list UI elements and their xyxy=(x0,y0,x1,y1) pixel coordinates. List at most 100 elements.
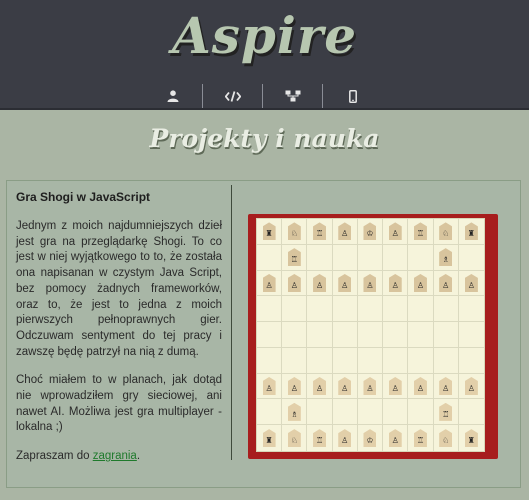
board-square[interactable] xyxy=(307,347,333,374)
board-square[interactable] xyxy=(458,296,484,323)
board-square[interactable] xyxy=(307,244,333,271)
board-square[interactable] xyxy=(383,244,409,271)
nav-mobile[interactable] xyxy=(322,84,382,108)
board-square[interactable]: ♙ xyxy=(333,425,358,451)
board-square[interactable]: ♙ xyxy=(383,425,409,451)
shogi-piece[interactable]: ♘ xyxy=(287,222,301,241)
board-square[interactable] xyxy=(458,245,484,271)
shogi-piece[interactable]: ♖ xyxy=(413,222,427,241)
shogi-piece[interactable]: ♜ xyxy=(464,429,478,448)
shogi-piece[interactable]: ♙ xyxy=(313,273,327,292)
shogi-piece[interactable]: ♔ xyxy=(363,222,377,241)
board-grid[interactable]: ♜ ♘ ♖ ♙ ♔ ♙ ♖ ♘ ♜ ♖ ♗ ♙ ♙ ♙ ♙ ♙ ♙ ♙ ♙ ♙ ♙ ♙ ♙ ♙ ♙ ♙ ♙ ♙ ♙ ♗ ♖ ♜ ♘ ♖ ♙ ♔ ♙ ♖ ♘ ♜ xyxy=(256,218,485,452)
board-square[interactable]: ♜ xyxy=(257,219,283,245)
board-square[interactable]: ♙ xyxy=(383,373,409,400)
board-square[interactable]: ♜ xyxy=(257,425,283,451)
board-square[interactable] xyxy=(458,399,484,426)
board-square[interactable]: ♜ xyxy=(459,425,484,451)
shogi-piece[interactable]: ♘ xyxy=(439,429,453,448)
shogi-piece[interactable]: ♖ xyxy=(313,429,327,448)
shogi-piece[interactable]: ♙ xyxy=(363,273,377,292)
shogi-piece[interactable]: ♙ xyxy=(287,273,301,292)
shogi-piece[interactable]: ♙ xyxy=(388,222,402,241)
shogi-piece[interactable]: ♙ xyxy=(262,377,276,396)
shogi-piece[interactable]: ♖ xyxy=(439,402,453,421)
board-square[interactable]: ♖ xyxy=(408,219,434,245)
board-square[interactable] xyxy=(357,347,384,374)
board-square[interactable] xyxy=(307,296,333,323)
board-square[interactable]: ♙ xyxy=(433,373,459,400)
board-square[interactable]: ♙ xyxy=(307,373,333,400)
board-square[interactable] xyxy=(433,347,459,374)
shogi-board[interactable]: ♜ ♘ ♖ ♙ ♔ ♙ ♖ ♘ ♜ ♖ ♗ ♙ ♙ ♙ ♙ ♙ ♙ ♙ ♙ ♙ ♙ ♙ ♙ ♙ ♙ ♙ ♙ ♙ ♙ ♗ ♖ ♜ ♘ ♖ ♙ ♔ ♙ ♖ ♘ ♜ xyxy=(248,214,498,459)
board-square[interactable]: ♖ xyxy=(433,399,459,426)
board-square[interactable]: ♘ xyxy=(282,219,308,245)
board-square[interactable] xyxy=(257,322,283,348)
board-square[interactable]: ♙ xyxy=(282,373,308,400)
shogi-piece[interactable]: ♙ xyxy=(388,273,402,292)
board-square[interactable] xyxy=(332,296,358,323)
shogi-piece[interactable]: ♖ xyxy=(287,248,301,267)
play-link[interactable]: zagrania xyxy=(93,450,137,462)
board-square[interactable]: ♙ xyxy=(357,373,384,400)
board-square[interactable]: ♖ xyxy=(307,219,333,245)
board-square[interactable] xyxy=(458,322,484,348)
board-square[interactable] xyxy=(357,244,384,271)
board-square[interactable]: ♙ xyxy=(332,373,358,400)
board-square[interactable]: ♙ xyxy=(433,270,459,297)
board-square[interactable] xyxy=(408,347,434,374)
board-square[interactable] xyxy=(282,296,308,323)
board-square[interactable] xyxy=(332,399,358,426)
board-square[interactable] xyxy=(357,322,384,348)
board-square[interactable]: ♔ xyxy=(358,425,384,451)
shogi-piece[interactable]: ♔ xyxy=(363,429,377,448)
board-square[interactable] xyxy=(282,347,308,374)
board-square[interactable]: ♘ xyxy=(433,219,459,245)
board-square[interactable] xyxy=(408,296,434,323)
shogi-piece[interactable]: ♙ xyxy=(413,377,427,396)
shogi-piece[interactable]: ♙ xyxy=(338,377,352,396)
nav-about[interactable] xyxy=(143,84,202,108)
shogi-piece[interactable]: ♘ xyxy=(439,222,453,241)
board-square[interactable] xyxy=(383,399,409,426)
board-square[interactable]: ♙ xyxy=(408,270,434,297)
shogi-piece[interactable]: ♙ xyxy=(413,273,427,292)
shogi-piece[interactable]: ♗ xyxy=(287,402,301,421)
board-square[interactable]: ♘ xyxy=(434,425,459,451)
board-square[interactable] xyxy=(408,322,434,348)
shogi-piece[interactable]: ♙ xyxy=(262,273,276,292)
shogi-piece[interactable]: ♙ xyxy=(439,273,453,292)
board-square[interactable] xyxy=(383,296,409,323)
board-square[interactable]: ♜ xyxy=(458,219,484,245)
board-square[interactable] xyxy=(332,347,358,374)
site-logo[interactable]: Aspire xyxy=(0,6,529,65)
shogi-piece[interactable]: ♙ xyxy=(338,429,352,448)
shogi-piece[interactable]: ♙ xyxy=(464,273,478,292)
board-square[interactable]: ♙ xyxy=(257,373,283,400)
shogi-piece[interactable]: ♜ xyxy=(262,429,276,448)
board-square[interactable] xyxy=(433,322,459,348)
board-square[interactable] xyxy=(257,399,283,426)
shogi-piece[interactable]: ♙ xyxy=(313,377,327,396)
shogi-piece[interactable]: ♗ xyxy=(439,248,453,267)
board-square[interactable]: ♙ xyxy=(458,374,484,400)
board-square[interactable] xyxy=(257,244,283,271)
shogi-piece[interactable]: ♜ xyxy=(262,222,276,241)
shogi-piece[interactable]: ♙ xyxy=(388,377,402,396)
board-square[interactable]: ♙ xyxy=(383,219,409,245)
shogi-piece[interactable]: ♙ xyxy=(287,377,301,396)
shogi-piece[interactable]: ♙ xyxy=(439,377,453,396)
board-square[interactable] xyxy=(257,347,283,374)
board-square[interactable] xyxy=(332,244,358,271)
board-square[interactable] xyxy=(282,322,308,348)
board-square[interactable]: ♙ xyxy=(458,271,484,297)
board-square[interactable] xyxy=(458,348,484,374)
shogi-piece[interactable]: ♖ xyxy=(413,429,427,448)
board-square[interactable] xyxy=(383,347,409,374)
board-square[interactable]: ♔ xyxy=(357,219,384,245)
shogi-piece[interactable]: ♙ xyxy=(464,377,478,396)
shogi-piece[interactable]: ♘ xyxy=(287,429,301,448)
shogi-piece[interactable]: ♙ xyxy=(338,222,352,241)
board-square[interactable]: ♙ xyxy=(408,373,434,400)
board-square[interactable] xyxy=(383,322,409,348)
